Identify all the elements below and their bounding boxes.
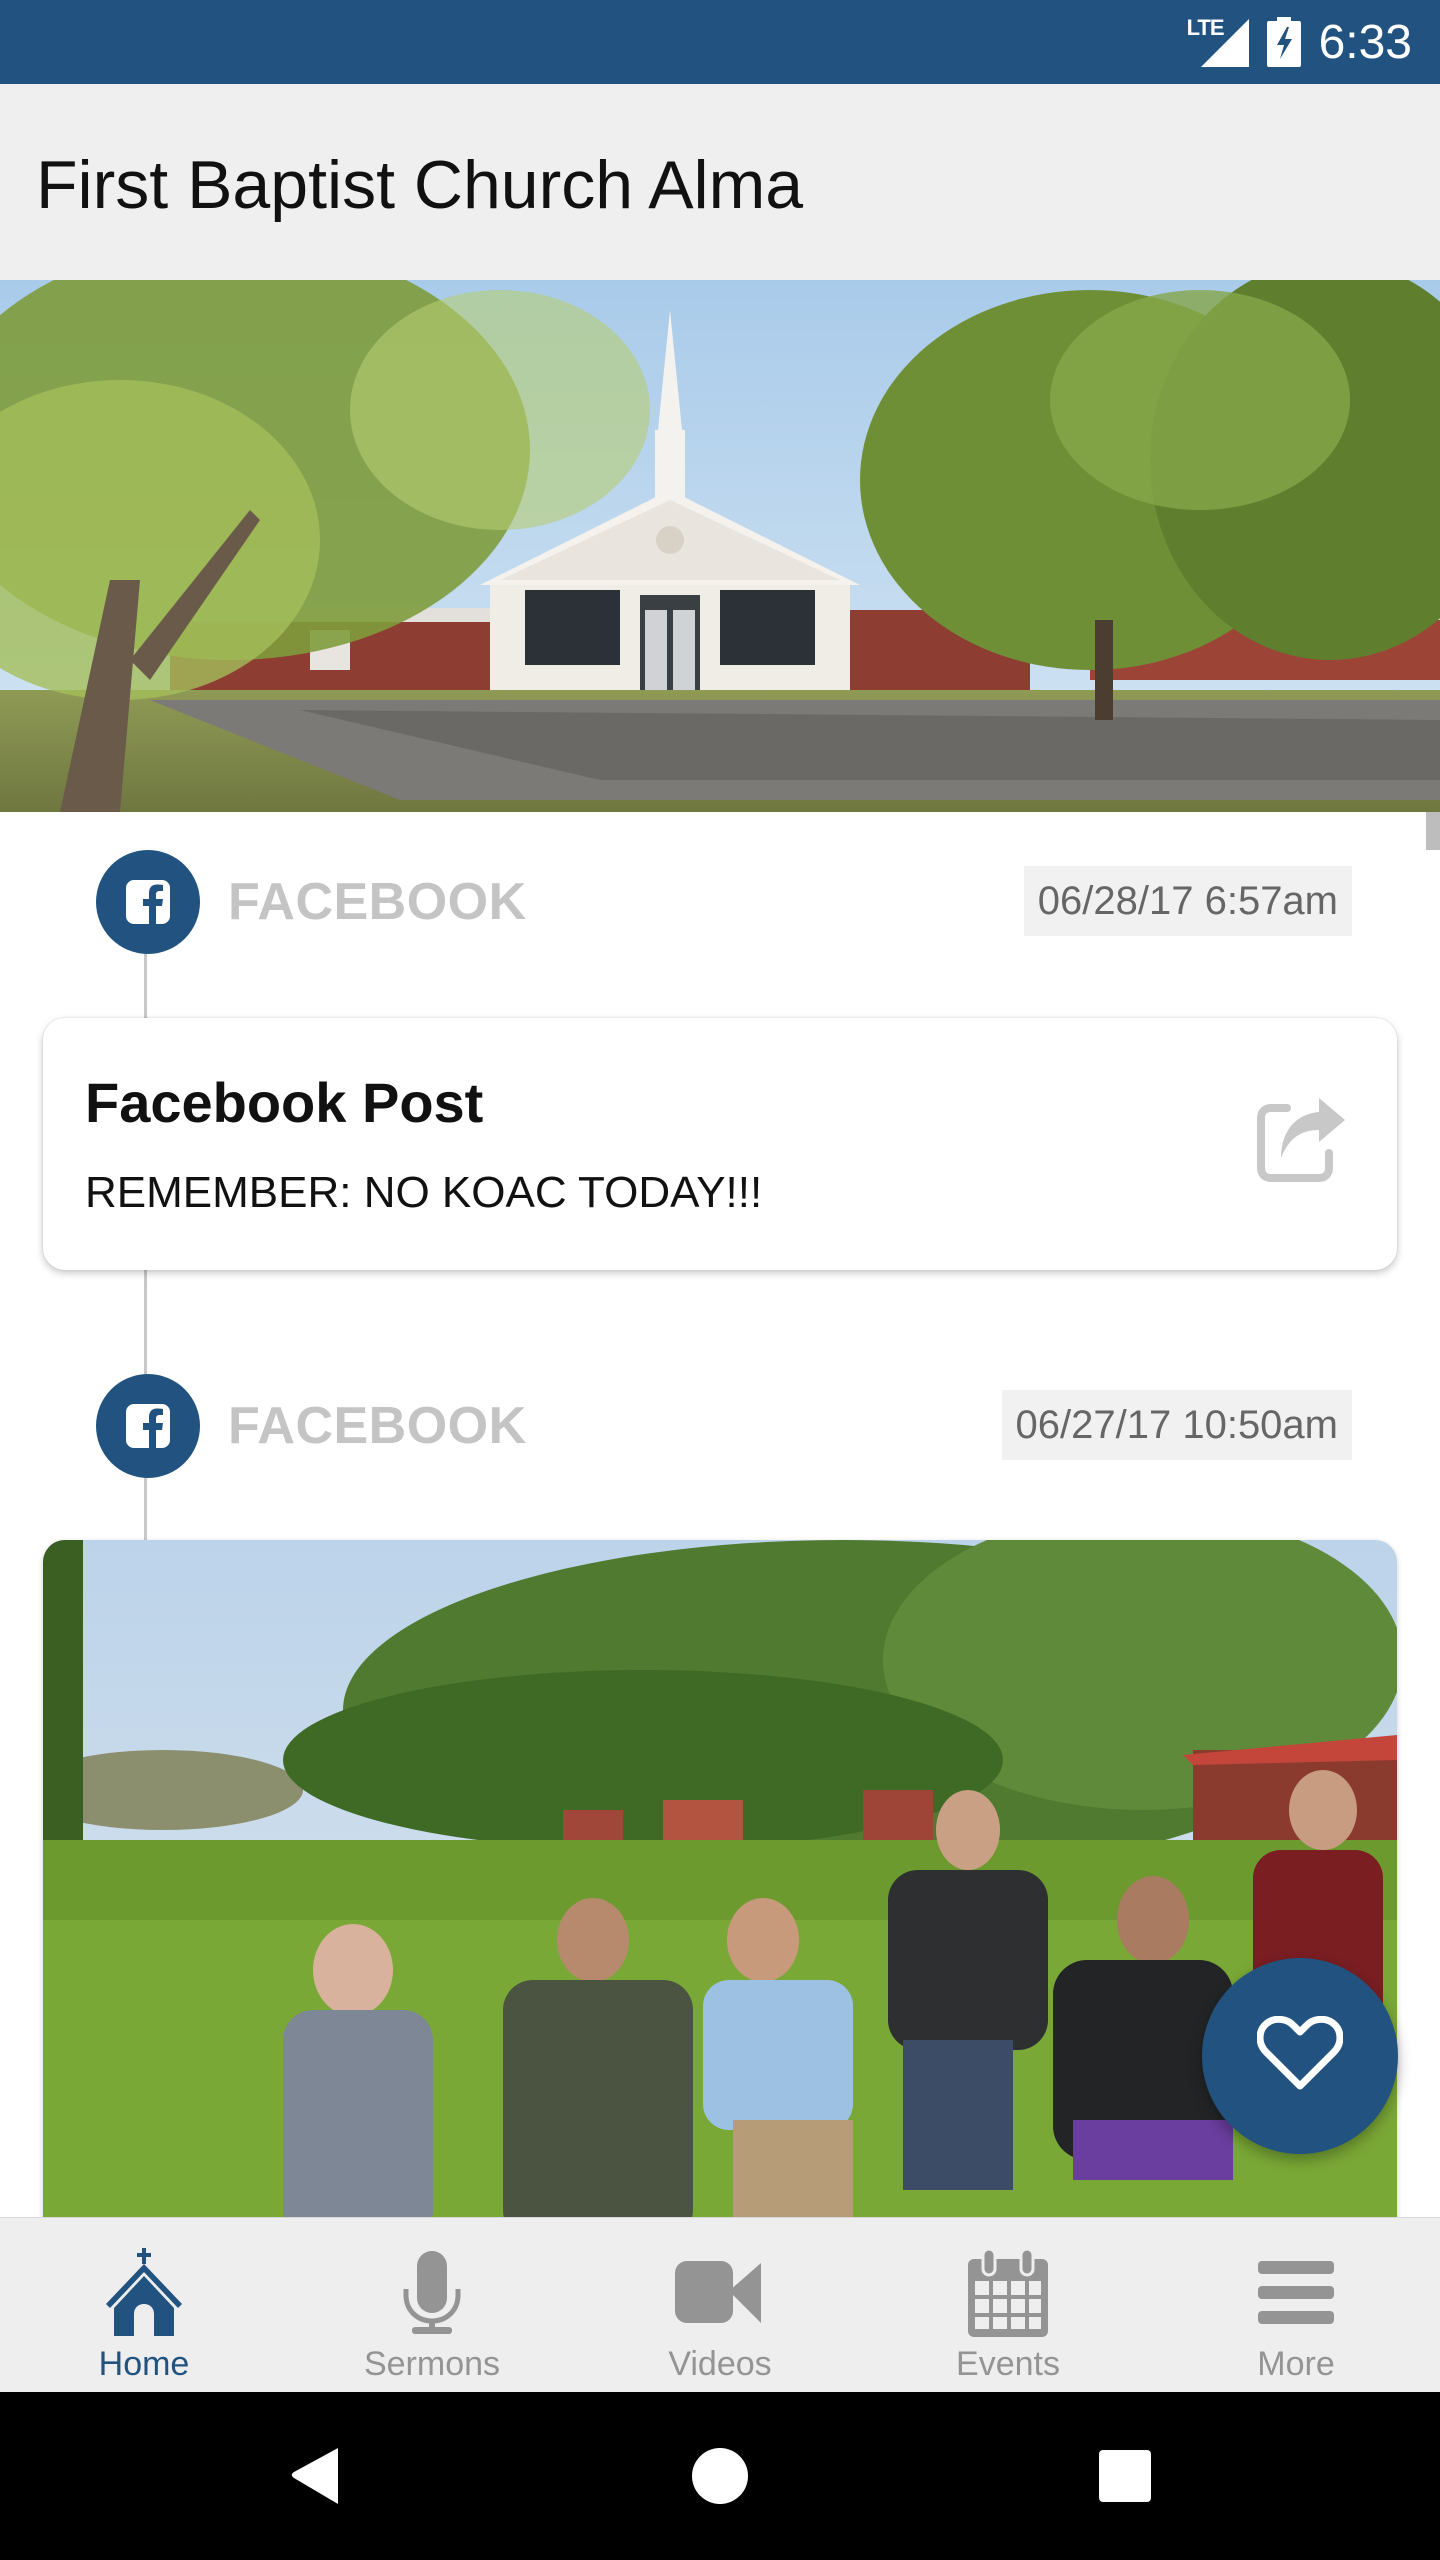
app-title: First Baptist Church Alma bbox=[36, 147, 804, 223]
app-screen: LTE 6:33 First Baptist Church Alma FACEB… bbox=[0, 0, 1440, 2560]
hero-church-image bbox=[0, 280, 1440, 812]
nav-videos[interactable]: Videos bbox=[576, 2218, 864, 2392]
share-icon[interactable] bbox=[1257, 1098, 1347, 1182]
bottom-navigation: Home Sermons Videos Events More bbox=[0, 2217, 1440, 2392]
microphone-icon bbox=[387, 2248, 477, 2338]
nav-label: Events bbox=[956, 2345, 1060, 2383]
lte-signal-icon: LTE bbox=[1187, 15, 1249, 67]
system-navigation-bar bbox=[0, 2392, 1440, 2560]
facebook-icon bbox=[96, 850, 200, 954]
church-home-icon bbox=[99, 2248, 189, 2338]
post-timestamp: 06/27/17 10:50am bbox=[1001, 1390, 1352, 1460]
post-timestamp: 06/28/17 6:57am bbox=[1023, 866, 1352, 936]
heart-icon bbox=[1256, 2015, 1344, 2097]
video-camera-icon bbox=[675, 2248, 765, 2338]
back-icon[interactable] bbox=[280, 2444, 350, 2508]
nav-label: Home bbox=[98, 2345, 190, 2383]
scrollbar-thumb[interactable] bbox=[1426, 812, 1440, 850]
status-bar: LTE 6:33 bbox=[0, 0, 1440, 84]
nav-more[interactable]: More bbox=[1152, 2218, 1440, 2392]
nav-label: Videos bbox=[668, 2345, 772, 2383]
favorite-button[interactable] bbox=[1202, 1958, 1398, 2154]
calendar-icon bbox=[963, 2248, 1053, 2338]
clock: 6:33 bbox=[1318, 15, 1412, 69]
recents-icon[interactable] bbox=[1090, 2444, 1160, 2508]
facebook-post-card[interactable]: Facebook Post REMEMBER: NO KOAC TODAY!!! bbox=[43, 1018, 1397, 1270]
nav-events[interactable]: Events bbox=[864, 2218, 1152, 2392]
facebook-icon bbox=[96, 1374, 200, 1478]
source-label: FACEBOOK bbox=[228, 873, 527, 931]
source-label: FACEBOOK bbox=[228, 1397, 527, 1455]
menu-icon bbox=[1251, 2248, 1341, 2338]
timeline-connector bbox=[144, 942, 147, 1030]
battery-charging-icon bbox=[1266, 17, 1301, 67]
app-bar: First Baptist Church Alma bbox=[0, 84, 1440, 280]
post-body: REMEMBER: NO KOAC TODAY!!! bbox=[85, 1168, 763, 1217]
nav-label: More bbox=[1257, 2345, 1335, 2383]
nav-home[interactable]: Home bbox=[0, 2218, 288, 2392]
home-circle-icon[interactable] bbox=[685, 2444, 755, 2508]
nav-sermons[interactable]: Sermons bbox=[288, 2218, 576, 2392]
facebook-photo-post[interactable] bbox=[43, 1540, 1397, 2217]
post-title: Facebook Post bbox=[85, 1071, 484, 1134]
nav-label: Sermons bbox=[363, 2345, 501, 2383]
